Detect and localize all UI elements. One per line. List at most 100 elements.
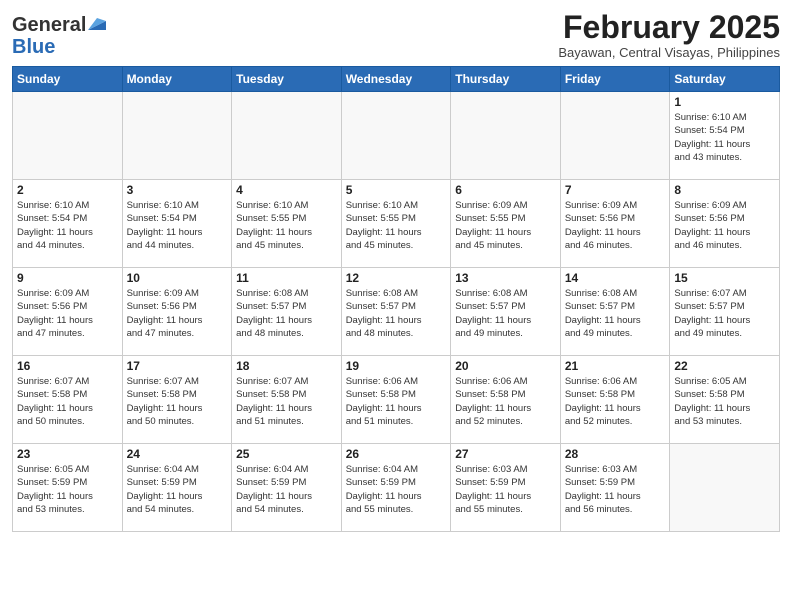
calendar: SundayMondayTuesdayWednesdayThursdayFrid… bbox=[12, 66, 780, 532]
day-number: 4 bbox=[236, 183, 337, 197]
day-number: 3 bbox=[127, 183, 228, 197]
day-info: Sunrise: 6:05 AM Sunset: 5:59 PM Dayligh… bbox=[17, 463, 118, 516]
day-number: 13 bbox=[455, 271, 556, 285]
day-cell: 11 Sunrise: 6:08 AM Sunset: 5:57 PM Dayli… bbox=[232, 268, 342, 356]
week-row-4: 23 Sunrise: 6:05 AM Sunset: 5:59 PM Dayli… bbox=[13, 444, 780, 532]
day-number: 2 bbox=[17, 183, 118, 197]
day-cell: 4Sunrise: 6:10 AM Sunset: 5:55 PM Daylig… bbox=[232, 180, 342, 268]
day-info: Sunrise: 6:06 AM Sunset: 5:58 PM Dayligh… bbox=[455, 375, 556, 428]
title-block: February 2025 Bayawan, Central Visayas, … bbox=[558, 10, 780, 60]
day-number: 18 bbox=[236, 359, 337, 373]
day-number: 16 bbox=[17, 359, 118, 373]
day-info: Sunrise: 6:04 AM Sunset: 5:59 PM Dayligh… bbox=[346, 463, 447, 516]
day-cell: 14 Sunrise: 6:08 AM Sunset: 5:57 PM Dayli… bbox=[560, 268, 670, 356]
weekday-header-monday: Monday bbox=[122, 67, 232, 92]
day-number: 5 bbox=[346, 183, 447, 197]
day-number: 10 bbox=[127, 271, 228, 285]
day-cell bbox=[341, 92, 451, 180]
day-info: Sunrise: 6:07 AM Sunset: 5:58 PM Dayligh… bbox=[17, 375, 118, 428]
day-number: 6 bbox=[455, 183, 556, 197]
page: General Blue February 2025 Bayawan, Cent… bbox=[0, 0, 792, 612]
day-cell: 15Sunrise: 6:07 AM Sunset: 5:57 PM Dayli… bbox=[670, 268, 780, 356]
day-info: Sunrise: 6:05 AM Sunset: 5:58 PM Dayligh… bbox=[674, 375, 775, 428]
day-number: 8 bbox=[674, 183, 775, 197]
day-cell: 19 Sunrise: 6:06 AM Sunset: 5:58 PM Dayli… bbox=[341, 356, 451, 444]
day-info: Sunrise: 6:09 AM Sunset: 5:56 PM Dayligh… bbox=[17, 287, 118, 340]
day-cell: 16 Sunrise: 6:07 AM Sunset: 5:58 PM Dayli… bbox=[13, 356, 123, 444]
week-row-2: 9 Sunrise: 6:09 AM Sunset: 5:56 PM Daylig… bbox=[13, 268, 780, 356]
day-number: 7 bbox=[565, 183, 666, 197]
day-cell: 12 Sunrise: 6:08 AM Sunset: 5:57 PM Dayli… bbox=[341, 268, 451, 356]
day-cell: 26 Sunrise: 6:04 AM Sunset: 5:59 PM Dayli… bbox=[341, 444, 451, 532]
day-cell: 21 Sunrise: 6:06 AM Sunset: 5:58 PM Dayli… bbox=[560, 356, 670, 444]
day-cell: 7 Sunrise: 6:09 AM Sunset: 5:56 PM Daylig… bbox=[560, 180, 670, 268]
day-info: Sunrise: 6:04 AM Sunset: 5:59 PM Dayligh… bbox=[127, 463, 228, 516]
day-cell: 10 Sunrise: 6:09 AM Sunset: 5:56 PM Dayli… bbox=[122, 268, 232, 356]
day-cell: 18 Sunrise: 6:07 AM Sunset: 5:58 PM Dayli… bbox=[232, 356, 342, 444]
day-info: Sunrise: 6:03 AM Sunset: 5:59 PM Dayligh… bbox=[455, 463, 556, 516]
day-cell: 9 Sunrise: 6:09 AM Sunset: 5:56 PM Daylig… bbox=[13, 268, 123, 356]
day-cell: 2Sunrise: 6:10 AM Sunset: 5:54 PM Daylig… bbox=[13, 180, 123, 268]
day-number: 14 bbox=[565, 271, 666, 285]
header: General Blue February 2025 Bayawan, Cent… bbox=[12, 10, 780, 60]
month-title: February 2025 bbox=[558, 10, 780, 45]
day-info: Sunrise: 6:08 AM Sunset: 5:57 PM Dayligh… bbox=[455, 287, 556, 340]
day-cell: 28Sunrise: 6:03 AM Sunset: 5:59 PM Dayli… bbox=[560, 444, 670, 532]
day-info: Sunrise: 6:07 AM Sunset: 5:58 PM Dayligh… bbox=[236, 375, 337, 428]
day-info: Sunrise: 6:09 AM Sunset: 5:56 PM Dayligh… bbox=[127, 287, 228, 340]
day-number: 28 bbox=[565, 447, 666, 461]
day-cell bbox=[560, 92, 670, 180]
day-info: Sunrise: 6:08 AM Sunset: 5:57 PM Dayligh… bbox=[346, 287, 447, 340]
day-info: Sunrise: 6:10 AM Sunset: 5:55 PM Dayligh… bbox=[346, 199, 447, 252]
day-number: 22 bbox=[674, 359, 775, 373]
weekday-header-thursday: Thursday bbox=[451, 67, 561, 92]
day-info: Sunrise: 6:08 AM Sunset: 5:57 PM Dayligh… bbox=[565, 287, 666, 340]
day-cell: 5 Sunrise: 6:10 AM Sunset: 5:55 PM Daylig… bbox=[341, 180, 451, 268]
day-cell: 13 Sunrise: 6:08 AM Sunset: 5:57 PM Dayli… bbox=[451, 268, 561, 356]
day-info: Sunrise: 6:04 AM Sunset: 5:59 PM Dayligh… bbox=[236, 463, 337, 516]
weekday-header-sunday: Sunday bbox=[13, 67, 123, 92]
day-info: Sunrise: 6:07 AM Sunset: 5:58 PM Dayligh… bbox=[127, 375, 228, 428]
week-row-0: 1Sunrise: 6:10 AM Sunset: 5:54 PM Daylig… bbox=[13, 92, 780, 180]
logo-icon bbox=[88, 12, 106, 30]
day-cell bbox=[122, 92, 232, 180]
day-cell: 20 Sunrise: 6:06 AM Sunset: 5:58 PM Dayli… bbox=[451, 356, 561, 444]
week-row-3: 16 Sunrise: 6:07 AM Sunset: 5:58 PM Dayli… bbox=[13, 356, 780, 444]
day-cell: 8 Sunrise: 6:09 AM Sunset: 5:56 PM Daylig… bbox=[670, 180, 780, 268]
day-cell: 3 Sunrise: 6:10 AM Sunset: 5:54 PM Daylig… bbox=[122, 180, 232, 268]
day-cell bbox=[670, 444, 780, 532]
day-cell: 17 Sunrise: 6:07 AM Sunset: 5:58 PM Dayli… bbox=[122, 356, 232, 444]
day-number: 20 bbox=[455, 359, 556, 373]
day-cell: 25 Sunrise: 6:04 AM Sunset: 5:59 PM Dayli… bbox=[232, 444, 342, 532]
day-number: 21 bbox=[565, 359, 666, 373]
day-info: Sunrise: 6:08 AM Sunset: 5:57 PM Dayligh… bbox=[236, 287, 337, 340]
day-number: 23 bbox=[17, 447, 118, 461]
weekday-header-row: SundayMondayTuesdayWednesdayThursdayFrid… bbox=[13, 67, 780, 92]
day-number: 12 bbox=[346, 271, 447, 285]
location: Bayawan, Central Visayas, Philippines bbox=[558, 45, 780, 60]
day-number: 9 bbox=[17, 271, 118, 285]
day-cell: 1Sunrise: 6:10 AM Sunset: 5:54 PM Daylig… bbox=[670, 92, 780, 180]
day-number: 15 bbox=[674, 271, 775, 285]
day-info: Sunrise: 6:10 AM Sunset: 5:54 PM Dayligh… bbox=[674, 111, 775, 164]
day-info: Sunrise: 6:09 AM Sunset: 5:56 PM Dayligh… bbox=[565, 199, 666, 252]
day-cell: 22 Sunrise: 6:05 AM Sunset: 5:58 PM Dayli… bbox=[670, 356, 780, 444]
day-cell: 24Sunrise: 6:04 AM Sunset: 5:59 PM Dayli… bbox=[122, 444, 232, 532]
day-info: Sunrise: 6:06 AM Sunset: 5:58 PM Dayligh… bbox=[346, 375, 447, 428]
day-cell: 6Sunrise: 6:09 AM Sunset: 5:55 PM Daylig… bbox=[451, 180, 561, 268]
day-cell bbox=[232, 92, 342, 180]
day-cell bbox=[13, 92, 123, 180]
logo-blue: Blue bbox=[12, 36, 55, 58]
logo-general: General bbox=[12, 14, 86, 36]
day-info: Sunrise: 6:06 AM Sunset: 5:58 PM Dayligh… bbox=[565, 375, 666, 428]
day-cell: 27 Sunrise: 6:03 AM Sunset: 5:59 PM Dayli… bbox=[451, 444, 561, 532]
day-info: Sunrise: 6:10 AM Sunset: 5:54 PM Dayligh… bbox=[127, 199, 228, 252]
day-number: 17 bbox=[127, 359, 228, 373]
weekday-header-tuesday: Tuesday bbox=[232, 67, 342, 92]
day-number: 11 bbox=[236, 271, 337, 285]
day-number: 27 bbox=[455, 447, 556, 461]
day-number: 19 bbox=[346, 359, 447, 373]
day-number: 25 bbox=[236, 447, 337, 461]
day-info: Sunrise: 6:09 AM Sunset: 5:56 PM Dayligh… bbox=[674, 199, 775, 252]
day-number: 26 bbox=[346, 447, 447, 461]
